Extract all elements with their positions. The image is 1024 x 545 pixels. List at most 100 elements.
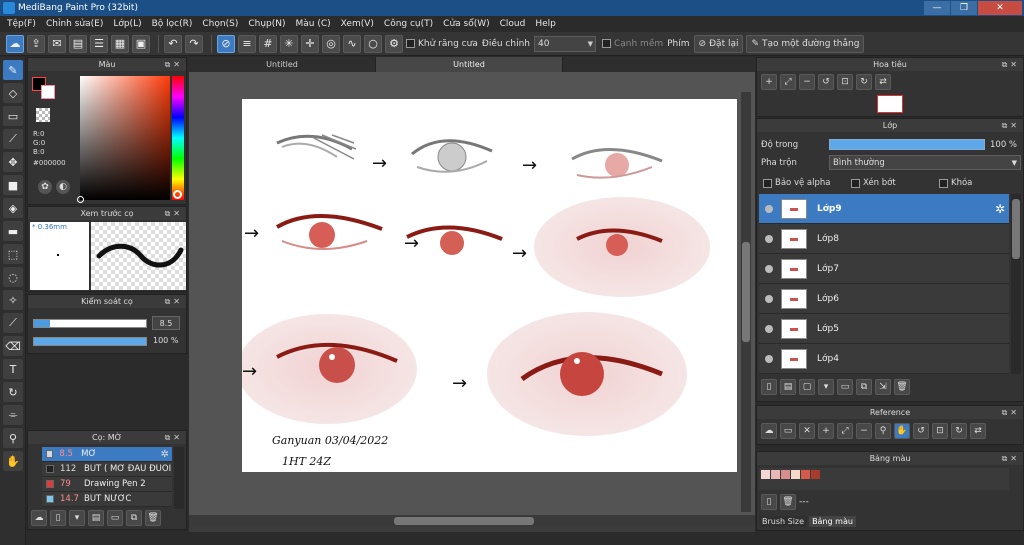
list-item[interactable]: 14.7 BÚT NƯỚC [42, 492, 172, 507]
grid-snap-icon[interactable]: # [259, 34, 277, 53]
scroll-thumb[interactable] [742, 242, 750, 342]
fill-rect-icon[interactable]: ■ [3, 175, 23, 195]
menu-view[interactable]: Xem(V) [336, 19, 379, 29]
flip-icon[interactable]: ⇄ [970, 423, 986, 439]
scroll-thumb[interactable] [394, 517, 534, 525]
merge-layer-icon[interactable]: ⇲ [875, 379, 891, 395]
layer-menu-icon[interactable]: ▾ [818, 379, 834, 395]
document-icon[interactable]: ▤ [69, 34, 87, 53]
undo-icon[interactable]: ↶ [164, 34, 182, 53]
canvas-horizontal-scrollbar[interactable] [189, 515, 755, 527]
reset-view-icon[interactable]: ⊡ [932, 423, 948, 439]
circle-snap-icon[interactable]: ◎ [322, 34, 340, 53]
rotate-left-icon[interactable]: ↺ [913, 423, 929, 439]
panel-controls-icon[interactable]: ⧉✕ [165, 58, 183, 71]
eyedropper-icon[interactable]: ⚲ [875, 423, 891, 439]
fit-icon[interactable]: ⤢ [837, 423, 853, 439]
transparent-swatch[interactable] [36, 108, 50, 122]
layer-row[interactable]: Lớp7 [759, 254, 1009, 284]
panel-controls-icon[interactable]: ⧉✕ [165, 207, 183, 220]
lasso-icon[interactable]: ◌ [3, 267, 23, 287]
secondary-color-swatch[interactable] [41, 85, 55, 99]
hand-icon[interactable]: ✋ [3, 451, 23, 471]
menu-tools[interactable]: Công cụ(T) [379, 19, 438, 29]
new-1bit-layer-icon[interactable]: ▢ [799, 379, 815, 395]
menu-edit[interactable]: Chỉnh sửa(E) [41, 19, 108, 29]
menu-filter[interactable]: Bộ lọc(R) [147, 19, 198, 29]
comment-icon[interactable]: ✉ [48, 34, 66, 53]
tab-untitled-2[interactable]: Untitled [376, 57, 563, 72]
lock-option[interactable]: Khóa [939, 178, 972, 188]
divide-icon[interactable]: ⌯ [3, 405, 23, 425]
clipping-checkbox[interactable] [851, 178, 860, 188]
menu-window[interactable]: Cửa sổ(W) [438, 19, 494, 29]
protect-alpha-checkbox[interactable] [763, 178, 772, 188]
select-rect-icon[interactable]: ⬚ [3, 244, 23, 264]
fit-icon[interactable]: ⤢ [780, 74, 796, 90]
magic-wand-icon[interactable]: ✧ [3, 290, 23, 310]
palette-swatch[interactable] [781, 470, 790, 479]
visibility-icon[interactable] [765, 324, 773, 333]
reset-view-icon[interactable]: ⊡ [837, 74, 853, 90]
color-settings-icon[interactable]: ◐ [56, 180, 70, 194]
new-brush-icon[interactable]: ▯ [50, 510, 66, 526]
layer-folder-icon[interactable]: ▭ [837, 379, 853, 395]
radial-snap-icon[interactable]: ✳ [280, 34, 298, 53]
close-button[interactable]: ✕ [978, 1, 1022, 15]
delete-swatch-icon[interactable]: 🗑 [780, 494, 796, 510]
panel-controls-icon[interactable]: ⧉✕ [1002, 119, 1020, 132]
brush-settings-icon[interactable]: ▤ [88, 510, 104, 526]
text-tool-icon[interactable]: T [3, 359, 23, 379]
new-layer-icon[interactable]: ▯ [761, 379, 777, 395]
select-pen-icon[interactable]: ⟋ [3, 313, 23, 333]
eraser-tool-icon[interactable]: ◇ [3, 83, 23, 103]
straight-line-button[interactable]: ✎ Tạo một đường thẳng [746, 34, 865, 53]
brush-size-slider[interactable] [33, 319, 147, 328]
layer-row[interactable]: Lớp9 ✲ [759, 194, 1009, 224]
upload-icon[interactable]: ⇪ [27, 34, 45, 53]
add-brush-cloud-icon[interactable]: ☁ [31, 510, 47, 526]
brush-size-value[interactable]: 8.5 [152, 316, 180, 330]
list-item[interactable]: 8.5 MỜ ✲ [42, 447, 172, 462]
navigator-thumbnail[interactable] [877, 95, 903, 113]
antialias-checkbox[interactable] [406, 39, 415, 48]
flip-icon[interactable]: ⇄ [875, 74, 891, 90]
list-item[interactable]: 112 BÚT ( MỞ ĐẦU ĐUÔI [42, 462, 172, 477]
hue-slider[interactable] [172, 76, 184, 200]
brush-menu-icon[interactable]: ▾ [69, 510, 85, 526]
brush-tool-icon[interactable]: ✎ [3, 60, 23, 80]
select-eraser-icon[interactable]: ⌫ [3, 336, 23, 356]
redo-icon[interactable]: ↷ [185, 34, 203, 53]
brush-opacity-slider[interactable] [33, 337, 147, 346]
curve-snap-icon[interactable]: ∿ [343, 34, 361, 53]
snap-off-icon[interactable]: ⊘ [217, 34, 235, 53]
delete-brush-icon[interactable]: 🗑 [145, 510, 161, 526]
list-item[interactable]: 79 Drawing Pen 2 [42, 477, 172, 492]
zoom-in-icon[interactable]: + [761, 74, 777, 90]
panel-controls-icon[interactable]: ⧉✕ [1002, 58, 1020, 71]
correction-select[interactable]: 40 ▼ [533, 35, 596, 52]
layer-row[interactable]: Lớp5 [759, 314, 1009, 344]
palette-icon[interactable]: ✿ [38, 180, 52, 194]
lock-checkbox[interactable] [939, 178, 948, 188]
delete-layer-icon[interactable]: 🗑 [894, 379, 910, 395]
brush-list-scrollbar[interactable] [174, 447, 184, 509]
gradient-icon[interactable]: ▬ [3, 221, 23, 241]
palette-swatch[interactable] [771, 470, 780, 479]
bucket-icon[interactable]: ◈ [3, 198, 23, 218]
menu-snap[interactable]: Chụp(N) [243, 19, 290, 29]
move-tool-icon[interactable]: ✥ [3, 152, 23, 172]
blend-mode-select[interactable]: Bình thường ▼ [829, 155, 1021, 170]
eyedropper-icon[interactable]: ⚲ [3, 428, 23, 448]
rotate-right-icon[interactable]: ↻ [856, 74, 872, 90]
parallel-snap-icon[interactable]: ≡ [238, 34, 256, 53]
saturation-value-picker[interactable] [77, 76, 170, 203]
gear-icon[interactable]: ✲ [995, 202, 1005, 216]
tab-untitled-1[interactable]: Untitled [189, 57, 376, 72]
menu-color[interactable]: Màu (C) [291, 19, 336, 29]
hand-icon[interactable]: ✋ [894, 423, 910, 439]
panel-controls-icon[interactable]: ⧉✕ [1002, 452, 1020, 465]
layer-row[interactable]: Lớp6 [759, 284, 1009, 314]
zoom-out-icon[interactable]: − [799, 74, 815, 90]
operation-icon[interactable]: ↻ [3, 382, 23, 402]
